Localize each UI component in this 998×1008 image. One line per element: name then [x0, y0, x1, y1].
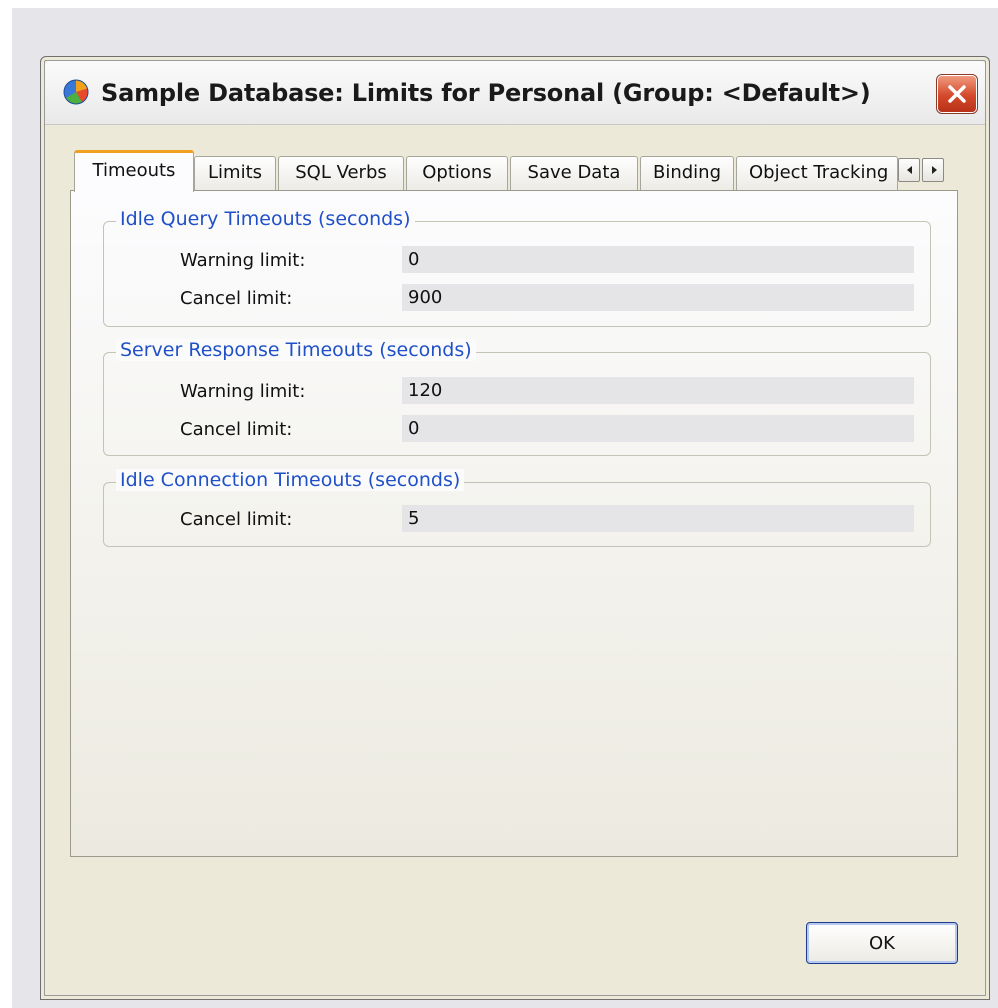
idle-connection-cancel-value: 5 [402, 505, 914, 532]
warning-limit-label: Warning limit: [180, 250, 306, 271]
idle-query-cancel-value: 900 [402, 284, 914, 311]
server-response-cancel-value: 0 [402, 415, 914, 442]
tab-label: Binding [652, 162, 722, 183]
cancel-limit-label: Cancel limit: [180, 509, 293, 530]
warning-limit-label: Warning limit: [180, 381, 306, 402]
tab-label: Object Tracking [749, 162, 889, 183]
group-title: Server Response Timeouts (seconds) [116, 339, 476, 361]
title-bar[interactable]: Sample Database: Limits for Personal (Gr… [45, 61, 985, 125]
group-title: Idle Connection Timeouts (seconds) [116, 469, 465, 491]
close-button[interactable] [936, 74, 978, 114]
idle-query-warning-value: 0 [402, 246, 914, 273]
tab-label: Limits [208, 162, 262, 183]
tab-scroll-left-button[interactable] [898, 158, 920, 182]
close-icon [948, 85, 966, 103]
idle-query-timeouts-group: Idle Query Timeouts (seconds) Warning li… [103, 208, 931, 327]
arrow-left-icon [907, 166, 912, 174]
cancel-limit-label: Cancel limit: [180, 419, 293, 440]
tab-limits[interactable]: Limits [194, 156, 276, 190]
tab-label: SQL Verbs [295, 162, 387, 183]
tab-timeouts[interactable]: Timeouts [74, 150, 194, 192]
tab-object-tracking[interactable]: Object Tracking [736, 156, 898, 190]
cancel-limit-label: Cancel limit: [180, 288, 293, 309]
tab-options[interactable]: Options [406, 156, 508, 190]
tab-label: Options [422, 162, 492, 183]
ok-button[interactable]: OK [806, 922, 958, 964]
tab-label: Timeouts [92, 160, 176, 181]
tab-save-data[interactable]: Save Data [510, 156, 638, 190]
idle-connection-timeouts-group: Idle Connection Timeouts (seconds) Cance… [103, 469, 931, 547]
database-pie-icon [63, 79, 89, 105]
tab-scroll-right-button[interactable] [922, 158, 944, 182]
group-title: Idle Query Timeouts (seconds) [116, 208, 415, 230]
server-response-warning-value: 120 [402, 377, 914, 404]
server-response-timeouts-group: Server Response Timeouts (seconds) Warni… [103, 339, 931, 456]
tab-sql-verbs[interactable]: SQL Verbs [278, 156, 404, 190]
tab-label: Save Data [527, 162, 621, 183]
tab-strip: Timeouts Limits SQL Verbs Options Save D… [70, 150, 958, 192]
window-title: Sample Database: Limits for Personal (Gr… [101, 79, 871, 107]
tab-binding[interactable]: Binding [640, 156, 734, 190]
timeouts-panel: Idle Query Timeouts (seconds) Warning li… [70, 190, 958, 857]
arrow-right-icon [932, 166, 937, 174]
